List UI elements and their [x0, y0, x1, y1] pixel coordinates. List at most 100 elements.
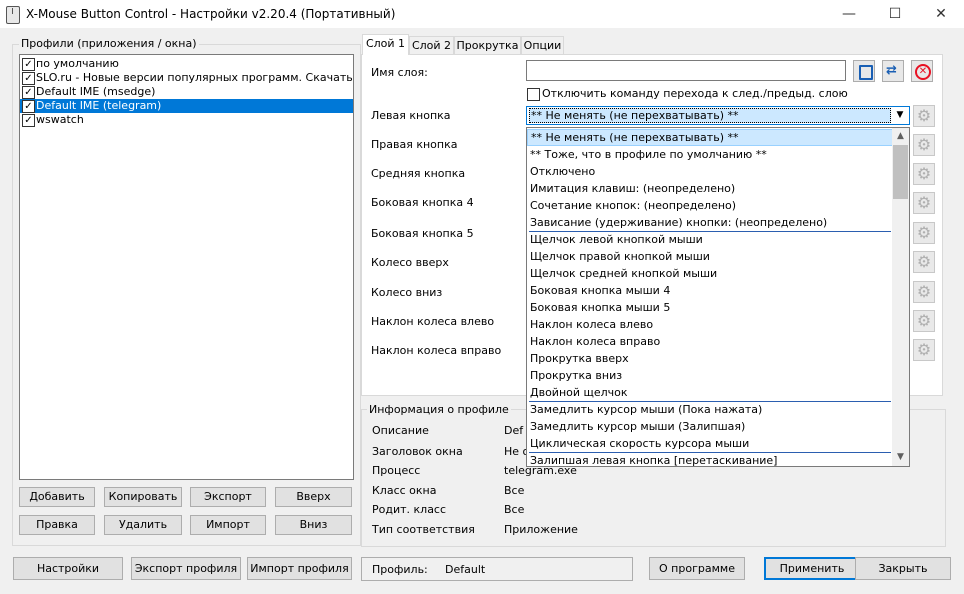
middle-button-label: Средняя кнопка	[371, 167, 466, 180]
dropdown-option[interactable]: Сочетание кнопок: (неопределено)	[527, 197, 893, 214]
profiles-group-label: Профили (приложения / окна)	[19, 37, 199, 50]
disable-layer-switch-label: Отключить команду перехода к след./преды…	[542, 87, 848, 100]
import-profile-button[interactable]: Импорт профиля	[247, 557, 352, 580]
profile-status-label: Профиль:	[372, 563, 428, 576]
info-value: Все	[504, 503, 525, 516]
tab-layer-1[interactable]: Слой 1	[362, 34, 409, 55]
info-label: Процесс	[372, 464, 421, 477]
info-label: Заголовок окна	[372, 445, 463, 458]
profile-item-label: Default IME (telegram)	[36, 99, 162, 112]
disable-layer-switch-checkbox[interactable]	[527, 88, 540, 101]
profile-item-label: по умолчанию	[36, 57, 119, 70]
action-dropdown-list[interactable]: ** Не менять (не перехватывать) ** ** То…	[526, 127, 910, 467]
import-button[interactable]: Импорт	[190, 515, 266, 535]
scroll-up-icon[interactable]: ▲	[892, 128, 909, 145]
dropdown-option[interactable]: Щелчок правой кнопкой мыши	[527, 248, 893, 265]
app-mouse-icon	[6, 6, 20, 24]
dropdown-option[interactable]: Наклон колеса влево	[527, 316, 893, 333]
window-title: X-Mouse Button Control - Настройки v2.20…	[26, 7, 396, 21]
delete-profile-button[interactable]: Удалить	[104, 515, 182, 535]
export-button[interactable]: Экспорт	[190, 487, 266, 507]
checkbox-checked-icon[interactable]: ✓	[22, 86, 35, 99]
wheel-up-label: Колесо вверх	[371, 256, 449, 269]
gear-icon[interactable]: ⚙	[913, 192, 935, 214]
settings-button[interactable]: Настройки	[13, 557, 123, 580]
info-label: Описание	[372, 424, 429, 437]
combo-selected-value: ** Не менять (не перехватывать) **	[529, 108, 891, 123]
checkbox-checked-icon[interactable]: ✓	[22, 72, 35, 85]
gear-icon[interactable]: ⚙	[913, 105, 935, 127]
profile-item[interactable]: ✓ SLO.ru - Новые версии популярных прогр…	[20, 71, 353, 85]
profile-info-group-label: Информация о профиле	[367, 403, 511, 416]
scrollbar-thumb[interactable]	[893, 145, 908, 199]
gear-icon[interactable]: ⚙	[913, 134, 935, 156]
dropdown-option[interactable]: Щелчок средней кнопкой мыши	[527, 265, 893, 282]
chevron-down-icon[interactable]: ▼	[893, 107, 907, 124]
dropdown-option[interactable]: Зависание (удерживание) кнопки: (неопред…	[527, 214, 893, 231]
dropdown-option[interactable]: Замедлить курсор мыши (Пока нажата)	[527, 401, 893, 418]
tab-options[interactable]: Опции	[521, 36, 564, 54]
dropdown-option[interactable]: Прокрутка вверх	[527, 350, 893, 367]
close-button[interactable]: Закрыть	[855, 557, 951, 580]
minimize-button[interactable]: —	[826, 0, 872, 28]
tab-scroll[interactable]: Прокрутка	[454, 36, 521, 54]
dropdown-option[interactable]: Имитация клавиш: (неопределено)	[527, 180, 893, 197]
dropdown-option[interactable]: Залипшая левая кнопка [перетаскивание]	[527, 452, 893, 469]
current-profile-status: Профиль: Default	[361, 557, 633, 581]
edit-profile-button[interactable]: Правка	[19, 515, 95, 535]
clear-layer-icon[interactable]: ✕	[911, 60, 933, 82]
wheel-down-label: Колесо вниз	[371, 286, 443, 299]
swap-layers-icon[interactable]: ⇄	[882, 60, 904, 82]
dropdown-option[interactable]: Замедлить курсор мыши (Залипшая)	[527, 418, 893, 435]
info-value: Все	[504, 484, 525, 497]
profile-item-label: SLO.ru - Новые версии популярных програм…	[36, 71, 353, 84]
copy-layer-icon[interactable]	[853, 60, 875, 82]
export-profile-button[interactable]: Экспорт профиля	[131, 557, 241, 580]
close-window-button[interactable]: ✕	[918, 0, 964, 28]
tilt-left-label: Наклон колеса влево	[371, 315, 495, 328]
scroll-down-icon[interactable]: ▼	[892, 449, 909, 466]
dropdown-scrollbar[interactable]: ▲ ▼	[892, 128, 909, 466]
checkbox-checked-icon[interactable]: ✓	[22, 114, 35, 127]
move-up-button[interactable]: Вверх	[275, 487, 352, 507]
add-profile-button[interactable]: Добавить	[19, 487, 95, 507]
gear-icon[interactable]: ⚙	[913, 251, 935, 273]
profile-status-value: Default	[445, 563, 486, 576]
dropdown-option[interactable]: Щелчок левой кнопкой мыши	[527, 231, 893, 248]
move-down-button[interactable]: Вниз	[275, 515, 352, 535]
checkbox-checked-icon[interactable]: ✓	[22, 100, 35, 113]
dropdown-option[interactable]: Прокрутка вниз	[527, 367, 893, 384]
profile-item[interactable]: ✓ по умолчанию	[20, 57, 353, 71]
gear-icon[interactable]: ⚙	[913, 163, 935, 185]
tab-layer-2[interactable]: Слой 2	[409, 36, 454, 54]
left-button-action-combo[interactable]: ** Не менять (не перехватывать) ** ▼	[526, 106, 910, 125]
dropdown-option[interactable]: Боковая кнопка мыши 5	[527, 299, 893, 316]
dropdown-option[interactable]: Наклон колеса вправо	[527, 333, 893, 350]
about-button[interactable]: О программе	[649, 557, 745, 580]
layer-name-input[interactable]	[526, 60, 846, 81]
side-button-5-label: Боковая кнопка 5	[371, 227, 474, 240]
gear-icon[interactable]: ⚙	[913, 339, 935, 361]
gear-icon[interactable]: ⚙	[913, 222, 935, 244]
tilt-right-label: Наклон колеса вправо	[371, 344, 502, 357]
copy-profile-button[interactable]: Копировать	[104, 487, 182, 507]
layer-name-label: Имя слоя:	[371, 66, 428, 79]
gear-icon[interactable]: ⚙	[913, 310, 935, 332]
info-value: Def	[504, 424, 524, 437]
maximize-button[interactable]: ☐	[872, 0, 918, 28]
dropdown-option[interactable]: Отключено	[527, 163, 893, 180]
profile-item-selected[interactable]: ✓ Default IME (telegram)	[20, 99, 353, 113]
dropdown-option[interactable]: ** Тоже, что в профиле по умолчанию **	[527, 146, 893, 163]
left-button-label: Левая кнопка	[371, 109, 451, 122]
profile-item[interactable]: ✓ Default IME (msedge)	[20, 85, 353, 99]
dropdown-option[interactable]: Двойной щелчок	[527, 384, 893, 401]
checkbox-checked-icon[interactable]: ✓	[22, 58, 35, 71]
gear-icon[interactable]: ⚙	[913, 281, 935, 303]
dropdown-option[interactable]: Боковая кнопка мыши 4	[527, 282, 893, 299]
profile-item[interactable]: ✓ wswatch	[20, 113, 353, 127]
side-button-4-label: Боковая кнопка 4	[371, 196, 474, 209]
apply-button[interactable]: Применить	[764, 557, 860, 580]
dropdown-option-selected[interactable]: ** Не менять (не перехватывать) **	[527, 129, 893, 146]
dropdown-option[interactable]: Циклическая скорость курсора мыши	[527, 435, 893, 452]
profiles-list[interactable]: ✓ по умолчанию ✓ SLO.ru - Новые версии п…	[19, 54, 354, 480]
